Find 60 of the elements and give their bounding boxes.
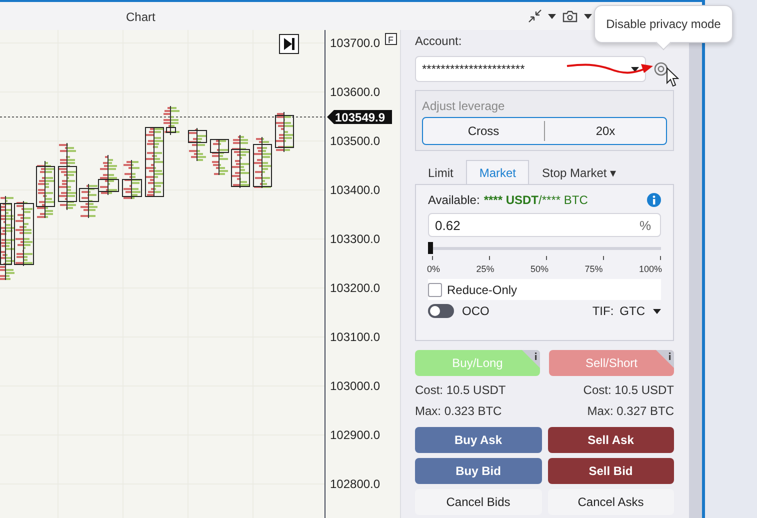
price-label: 103400.0: [330, 183, 380, 197]
toggle-label: OCO: [462, 304, 490, 318]
info-icon[interactable]: [647, 193, 661, 207]
caret-icon: [631, 66, 639, 72]
order-button[interactable]: Sell Ask: [548, 427, 674, 453]
tif-dropdown[interactable]: GTC: [620, 304, 661, 318]
caret-icon[interactable]: [584, 14, 592, 18]
available-amount: /**** BTC: [538, 193, 588, 207]
chart-option-button[interactable]: F: [385, 33, 397, 45]
price-label: 103700.0: [330, 36, 380, 50]
cost-text: Cost: 10.5 USDT: [583, 382, 674, 398]
caret-icon: [653, 308, 661, 314]
price-label: 102800.0: [330, 477, 380, 491]
slider-tick-label: 50%: [530, 264, 548, 274]
collapse-icon[interactable]: [528, 9, 542, 23]
caret-icon[interactable]: [548, 14, 556, 18]
slider-track[interactable]: [432, 247, 661, 250]
order-button[interactable]: Sell Bid: [548, 458, 674, 484]
max-text: Max: 0.323 BTC: [415, 403, 502, 419]
price-label: 103500.0: [330, 134, 380, 148]
price-label: 103200.0: [330, 281, 380, 295]
tooltip-text: Disable privacy mode: [606, 17, 721, 31]
slider-tick-label: 100%: [638, 264, 662, 274]
order-button[interactable]: Buy Ask: [415, 427, 542, 453]
checkbox[interactable]: [428, 282, 442, 296]
order-type-tab[interactable]: Stop Market ▾: [529, 160, 630, 184]
leverage-selector[interactable]: Cross 20x: [422, 117, 667, 145]
field-label: Account:: [415, 33, 462, 49]
slider-tick-label: 25%: [476, 264, 494, 274]
price-label: 102900.0: [330, 428, 380, 442]
account-dropdown[interactable]: **********************: [415, 56, 646, 82]
price-label: 103600.0: [330, 85, 380, 99]
max-text: Max: 0.327 BTC: [587, 403, 674, 419]
price-label: 103300.0: [330, 232, 380, 246]
order-type-tab[interactable]: Limit: [415, 160, 466, 184]
current-price-tag: 103549.9: [327, 110, 392, 124]
camera-icon[interactable]: [562, 10, 578, 22]
unit-label: %: [639, 218, 651, 233]
group-label: Adjust leverage: [422, 99, 505, 113]
order-button[interactable]: Buy Bid: [415, 458, 542, 484]
price-label: 103000.0: [330, 379, 380, 393]
info-corner-icon[interactable]: [522, 350, 540, 368]
checkbox-label: Reduce-Only: [447, 282, 518, 296]
slider-thumb[interactable]: [428, 242, 433, 254]
slider-tick-label: 0%: [427, 264, 440, 274]
order-button[interactable]: Cancel Asks: [548, 489, 674, 515]
window-title: Chart: [126, 10, 156, 24]
available-amount: **** USDT: [484, 193, 539, 207]
available-label: Available:: [428, 193, 480, 207]
eye-icon[interactable]: [654, 62, 668, 76]
scroll-to-end-icon[interactable]: [279, 34, 299, 54]
order-type-tab[interactable]: Market: [466, 160, 530, 184]
mouse-pointer-icon: [666, 67, 679, 88]
price-label: 103100.0: [330, 330, 380, 344]
toggle-switch[interactable]: [428, 304, 454, 318]
slider-tick-label: 75%: [584, 264, 603, 274]
info-corner-icon[interactable]: [656, 350, 674, 368]
order-button[interactable]: Cancel Bids: [415, 489, 542, 515]
field-label: TIF:: [592, 304, 614, 318]
cost-text: Cost: 10.5 USDT: [415, 382, 506, 398]
